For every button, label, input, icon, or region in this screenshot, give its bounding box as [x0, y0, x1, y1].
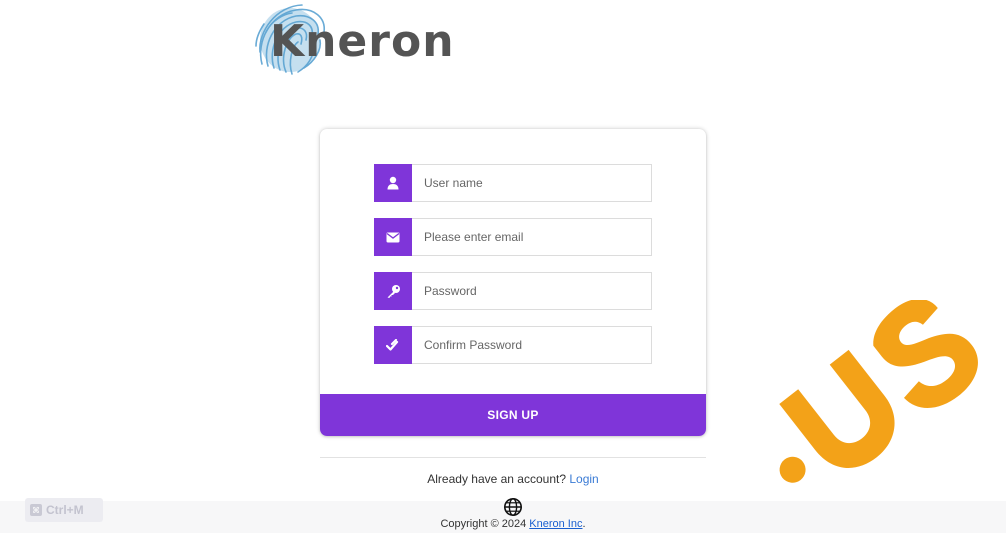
- confirm-password-input[interactable]: [412, 326, 652, 364]
- globe-icon[interactable]: [503, 497, 523, 517]
- username-field-group: [374, 164, 652, 202]
- copyright-trailing: .: [582, 518, 586, 530]
- copyright-text: Copyright © 2024: [440, 518, 530, 530]
- brand-logo: Kneron: [252, 2, 455, 78]
- divider: [320, 457, 706, 458]
- user-icon: [374, 164, 412, 202]
- signup-card: SIGN UP: [320, 129, 706, 436]
- login-prompt-text: Already have an account?: [427, 472, 570, 486]
- confirm-password-field-group: [374, 326, 652, 364]
- login-prompt: Already have an account? Login: [320, 472, 706, 486]
- password-field-group: [374, 272, 652, 310]
- company-link[interactable]: Kneron Inc: [529, 518, 582, 530]
- watermark-graphic: [779, 300, 978, 483]
- logo-wordmark: Kneron: [270, 16, 455, 67]
- double-check-icon: [374, 326, 412, 364]
- copyright: Copyright © 2024 Kneron Inc.: [320, 518, 706, 530]
- key-icon: [374, 272, 412, 310]
- envelope-icon: [374, 218, 412, 256]
- email-input[interactable]: [412, 218, 652, 256]
- email-field-group: [374, 218, 652, 256]
- shortcut-icon: ⌘: [30, 504, 42, 516]
- username-input[interactable]: [412, 164, 652, 202]
- login-link[interactable]: Login: [569, 472, 598, 486]
- shortcut-badge[interactable]: ⌘ Ctrl+M: [25, 498, 103, 522]
- shortcut-label: Ctrl+M: [46, 503, 84, 517]
- password-input[interactable]: [412, 272, 652, 310]
- sign-up-button[interactable]: SIGN UP: [320, 394, 706, 436]
